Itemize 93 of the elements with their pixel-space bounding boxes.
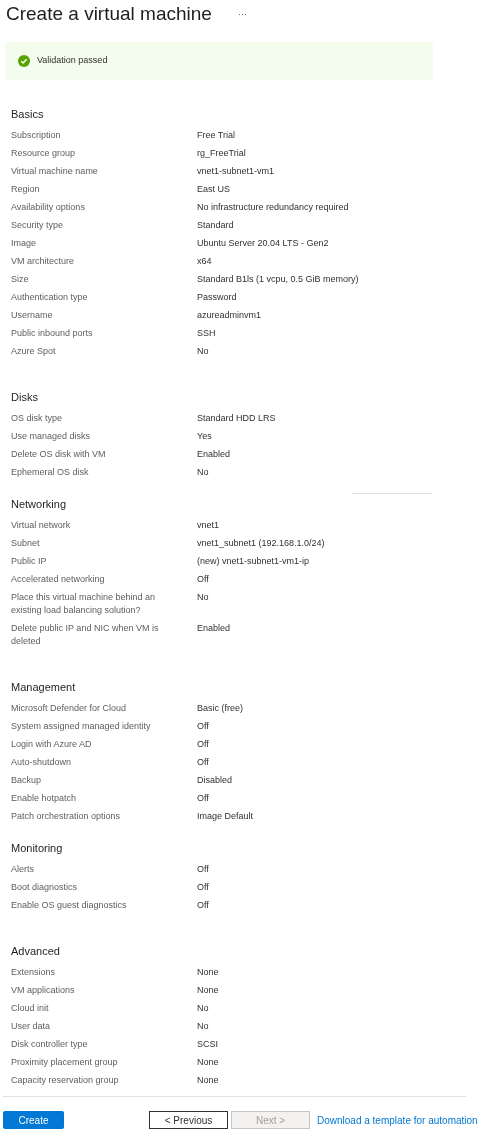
field-label: Auto-shutdown bbox=[11, 756, 73, 769]
field-label: Delete OS disk with VM bbox=[11, 448, 107, 461]
field-value: East US bbox=[197, 183, 230, 196]
field-label: Accelerated networking bbox=[11, 573, 106, 586]
field-label: Use managed disks bbox=[11, 430, 92, 443]
field-value: Off bbox=[197, 573, 209, 586]
field-label: VM applications bbox=[11, 984, 76, 997]
field-value: SCSI bbox=[197, 1038, 218, 1051]
field-label: Authentication type bbox=[11, 291, 89, 304]
field-label: Security type bbox=[11, 219, 65, 232]
field-value: Enabled bbox=[197, 622, 231, 635]
field-label: Ephemeral OS disk bbox=[11, 466, 90, 479]
field-value: Off bbox=[197, 899, 209, 912]
section-heading: Networking bbox=[11, 497, 68, 512]
field-label: VM architecture bbox=[11, 255, 76, 268]
field-label: System assigned managed identity bbox=[11, 720, 152, 733]
section-heading: Disks bbox=[11, 390, 39, 405]
download-template-link[interactable]: Download a template for automation bbox=[317, 1112, 478, 1128]
field-value: Standard B1ls (1 vcpu, 0.5 GiB memory) bbox=[197, 273, 359, 286]
field-label: Resource group bbox=[11, 147, 77, 160]
field-label: Size bbox=[11, 273, 30, 286]
section-heading: Advanced bbox=[11, 944, 61, 959]
field-value: Enabled bbox=[197, 448, 231, 461]
field-label: Subnet bbox=[11, 537, 41, 550]
field-value: No infrastructure redundancy required bbox=[197, 201, 349, 214]
field-value: Off bbox=[197, 792, 209, 805]
field-label: Enable hotpatch bbox=[11, 792, 78, 805]
field-value: No bbox=[197, 591, 209, 604]
field-value: vnet1-subnet1-vm1 bbox=[197, 165, 275, 178]
field-value: Off bbox=[197, 720, 209, 733]
field-value: None bbox=[197, 984, 219, 997]
field-value: azureadminvm1 bbox=[197, 309, 262, 322]
field-value: Basic (free) bbox=[197, 702, 243, 715]
field-label: Virtual network bbox=[11, 519, 72, 532]
field-label: OS disk type bbox=[11, 412, 64, 425]
field-value: SSH bbox=[197, 327, 216, 340]
field-value: Password bbox=[197, 291, 237, 304]
field-value: vnet1 bbox=[197, 519, 220, 532]
page-title: Create a virtual machine bbox=[6, 2, 212, 27]
field-label: Backup bbox=[11, 774, 43, 787]
field-value: (new) vnet1-subnet1-vm1-ip bbox=[197, 555, 310, 568]
success-check-icon bbox=[18, 55, 30, 67]
field-value: x64 bbox=[197, 255, 212, 268]
field-value: No bbox=[197, 466, 209, 479]
field-value: No bbox=[197, 345, 209, 358]
field-value: None bbox=[197, 1074, 219, 1087]
field-label: Enable OS guest diagnostics bbox=[11, 899, 128, 912]
field-value: Off bbox=[197, 738, 209, 751]
field-label: Username bbox=[11, 309, 54, 322]
field-value: Off bbox=[197, 863, 209, 876]
field-value: Disabled bbox=[197, 774, 233, 787]
field-value: Off bbox=[197, 756, 209, 769]
field-value: None bbox=[197, 966, 219, 979]
validation-message: Validation passed bbox=[37, 54, 108, 68]
field-value: Standard bbox=[197, 219, 234, 232]
field-value: Image Default bbox=[197, 810, 254, 823]
field-label: Login with Azure AD bbox=[11, 738, 93, 751]
field-value: rg_FreeTrial bbox=[197, 147, 246, 160]
field-label: Capacity reservation group bbox=[11, 1074, 120, 1087]
field-label: Availability options bbox=[11, 201, 86, 214]
field-label: Disk controller type bbox=[11, 1038, 89, 1051]
field-label: Public inbound ports bbox=[11, 327, 94, 340]
field-value: No bbox=[197, 1002, 209, 1015]
create-button[interactable]: Create bbox=[3, 1111, 64, 1129]
field-label: Boot diagnostics bbox=[11, 881, 79, 894]
field-value: Ubuntu Server 20.04 LTS - Gen2 bbox=[197, 237, 329, 250]
field-label: Place this virtual machine behind an existing load balancing solution? bbox=[11, 591, 157, 617]
field-value: Standard HDD LRS bbox=[197, 412, 276, 425]
field-value: vnet1_subnet1 (192.168.1.0/24) bbox=[197, 537, 325, 550]
field-label: Patch orchestration options bbox=[11, 810, 122, 823]
field-label: Cloud init bbox=[11, 1002, 50, 1015]
section-heading: Management bbox=[11, 680, 77, 695]
field-label: Subscription bbox=[11, 129, 62, 142]
field-label: Public IP bbox=[11, 555, 48, 568]
field-label: Microsoft Defender for Cloud bbox=[11, 702, 128, 715]
field-label: Extensions bbox=[11, 966, 57, 979]
field-value: Off bbox=[197, 881, 209, 894]
field-value: Yes bbox=[197, 430, 212, 443]
field-value: No bbox=[197, 1020, 209, 1033]
field-value: Free Trial bbox=[197, 129, 235, 142]
field-label: User data bbox=[11, 1020, 52, 1033]
field-label: Azure Spot bbox=[11, 345, 57, 358]
field-label: Delete public IP and NIC when VM is deleted bbox=[11, 622, 160, 648]
section-heading: Monitoring bbox=[11, 841, 64, 856]
field-label: Region bbox=[11, 183, 41, 196]
more-options[interactable]: ··· bbox=[237, 7, 247, 22]
field-value: None bbox=[197, 1056, 219, 1069]
field-label: Proximity placement group bbox=[11, 1056, 119, 1069]
field-label: Image bbox=[11, 237, 37, 250]
field-label: Virtual machine name bbox=[11, 165, 99, 178]
section-heading: Basics bbox=[11, 107, 45, 122]
field-label: Alerts bbox=[11, 863, 35, 876]
nav-button[interactable]: < Previous bbox=[149, 1111, 228, 1129]
